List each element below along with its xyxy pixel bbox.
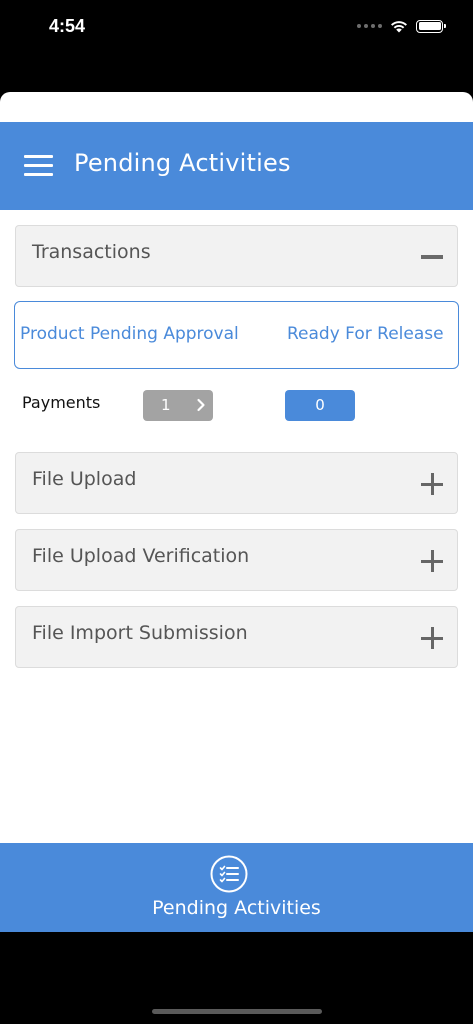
chevron-right-icon <box>197 398 205 412</box>
content-sheet: Pending Activities Transactions Product … <box>0 92 473 932</box>
section-label: File Upload <box>32 468 137 490</box>
section-file-upload[interactable]: File Upload <box>15 452 458 514</box>
app-header: Pending Activities <box>0 122 473 210</box>
signal-icon <box>357 24 382 28</box>
section-label: File Upload Verification <box>32 545 250 567</box>
payments-pending-button[interactable]: 1 <box>143 390 213 421</box>
tab-ready-for-release[interactable]: Ready For Release <box>287 324 444 344</box>
payments-release-count: 0 <box>315 396 325 414</box>
minus-icon[interactable] <box>421 246 443 268</box>
plus-icon[interactable] <box>421 627 443 649</box>
status-time: 4:54 <box>49 16 86 36</box>
page-title: Pending Activities <box>74 149 291 177</box>
section-file-upload-verification[interactable]: File Upload Verification <box>15 529 458 591</box>
payments-release-button[interactable]: 0 <box>285 390 355 421</box>
bottom-nav-label: Pending Activities <box>152 897 321 919</box>
tab-product-pending-approval[interactable]: Product Pending Approval <box>20 324 239 344</box>
plus-icon[interactable] <box>421 550 443 572</box>
bottom-nav-pending-activities[interactable]: Pending Activities <box>0 843 473 932</box>
payments-pending-count: 1 <box>161 396 171 414</box>
status-icons <box>357 19 446 33</box>
transaction-tabs: Product Pending Approval Ready For Relea… <box>14 301 459 369</box>
section-label: File Import Submission <box>32 622 248 644</box>
section-file-import-submission[interactable]: File Import Submission <box>15 606 458 668</box>
status-bar: 4:54 <box>0 0 473 56</box>
section-transactions[interactable]: Transactions <box>15 225 458 287</box>
plus-icon[interactable] <box>421 473 443 495</box>
payments-label: Payments <box>22 393 101 412</box>
section-label: Transactions <box>32 241 151 263</box>
checklist-icon <box>210 855 248 893</box>
wifi-icon <box>391 21 407 33</box>
battery-icon <box>416 19 446 33</box>
home-indicator <box>152 1009 322 1014</box>
hamburger-icon[interactable] <box>24 155 53 177</box>
app-screen: 4:54 Pending Activities Transactions Pro… <box>0 0 473 1024</box>
